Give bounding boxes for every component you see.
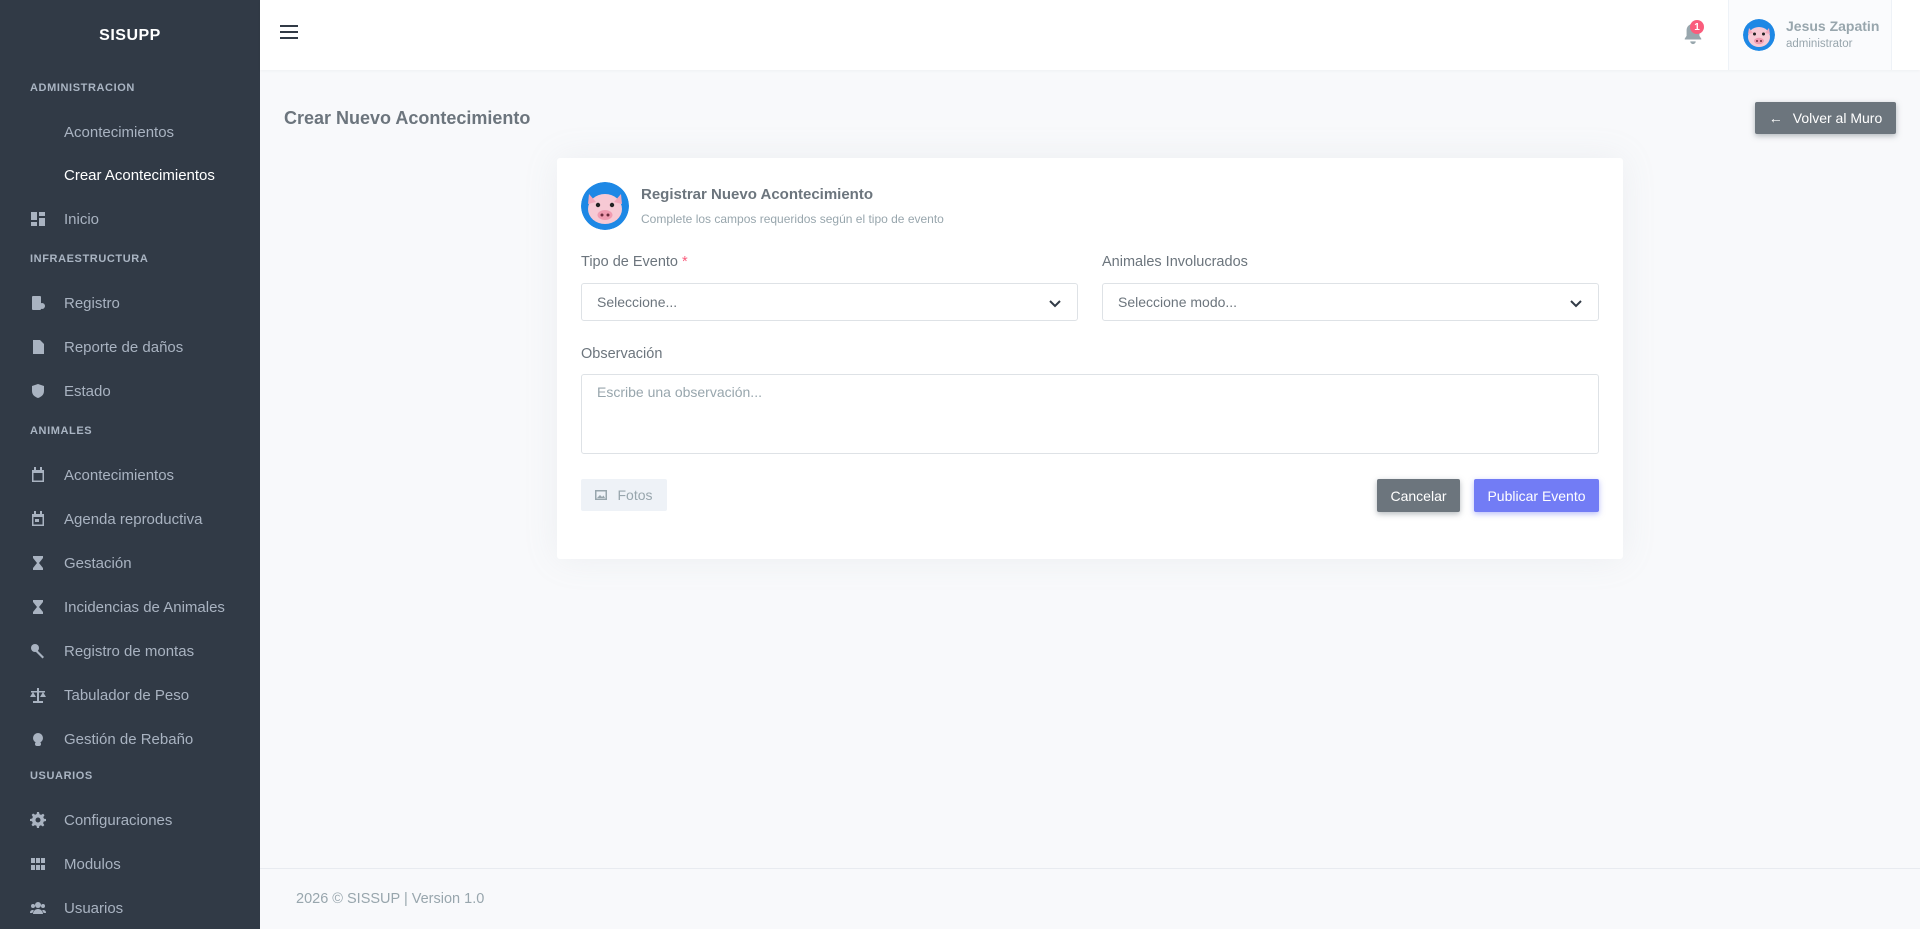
notification-bell[interactable]: 1 <box>1682 20 1706 48</box>
hourglass-icon <box>30 599 64 615</box>
sidebar-item-label: Estado <box>64 382 111 400</box>
calendar-icon <box>30 467 64 483</box>
arrow-left-icon: ← <box>1768 110 1783 126</box>
register-icon <box>30 295 64 311</box>
sidebar-item-label: Gestión de Rebaño <box>64 730 194 748</box>
sidebar-item-acontecimientos-animales[interactable]: Acontecimientos <box>0 453 260 497</box>
sidebar-item-agenda-reproductiva[interactable]: Agenda reproductiva <box>0 497 260 541</box>
publish-event-button[interactable]: Publicar Evento <box>1474 479 1599 512</box>
sidebar-item-crear-acontecimientos[interactable]: Crear Acontecimientos <box>0 154 260 197</box>
hourglass-icon <box>30 555 64 571</box>
event-form-card: Registrar Nuevo Acontecimiento Complete … <box>557 158 1623 559</box>
animals-select[interactable]: Seleccione modo... <box>1102 283 1599 321</box>
page-title: Crear Nuevo Acontecimiento <box>284 108 531 128</box>
chevron-down-icon <box>1570 296 1582 308</box>
user-role: administrator <box>1786 37 1853 50</box>
event-type-select[interactable]: Seleccione... <box>581 283 1078 321</box>
sidebar-item-configuraciones[interactable]: Configuraciones <box>0 798 260 842</box>
sidebar-item-label: Agenda reproductiva <box>64 510 203 528</box>
event-type-label: Tipo de Evento * <box>581 254 688 270</box>
chevron-down-icon <box>1049 296 1061 308</box>
observation-label: Observación <box>581 346 663 362</box>
sidebar-item-label: Tabulador de Peso <box>64 686 190 704</box>
image-icon <box>595 490 608 500</box>
photos-button[interactable]: Fotos <box>581 479 667 511</box>
dashboard-icon <box>30 211 64 227</box>
sidebar-item-reporte-danos[interactable]: Reporte de daños <box>0 325 260 369</box>
animals-label: Animales Involucrados <box>1102 254 1248 270</box>
section-title-usuarios: USUARIOS <box>30 770 93 782</box>
herd-icon <box>30 731 64 747</box>
observation-textarea[interactable] <box>581 374 1599 454</box>
form-subtitle: Complete los campos requeridos según el … <box>641 212 944 226</box>
event-type-value: Seleccione... <box>597 294 678 310</box>
section-title-infraestructura: INFRAESTRUCTURA <box>30 253 149 265</box>
sidebar-item-label: Registro <box>64 294 120 312</box>
calendar-check-icon <box>30 511 64 527</box>
sidebar-item-usuarios[interactable]: Usuarios <box>0 886 260 929</box>
user-name: Jesus Zapatin <box>1786 18 1880 35</box>
section-title-administracion: ADMINISTRACION <box>30 82 135 94</box>
sidebar-item-gestacion[interactable]: Gestación <box>0 541 260 585</box>
footer: 2026 © SISSUP | Version 1.0 <box>260 868 1920 929</box>
users-icon <box>30 900 64 916</box>
scale-icon <box>30 687 64 703</box>
back-to-wall-button[interactable]: ← Volver al Muro <box>1755 102 1896 134</box>
avatar <box>1743 19 1775 51</box>
sidebar-item-label: Registro de montas <box>64 642 195 660</box>
cancel-button[interactable]: Cancelar <box>1377 479 1460 512</box>
gear-icon <box>30 812 64 828</box>
grid-icon <box>30 856 64 872</box>
menu-toggle-icon[interactable] <box>280 25 300 45</box>
sidebar-item-label: Acontecimientos <box>64 466 175 484</box>
footer-text: 2026 © SISSUP | Version 1.0 <box>296 891 485 907</box>
sidebar-item-label: Usuarios <box>64 899 124 917</box>
sidebar-item-registro[interactable]: Registro <box>0 281 260 325</box>
sidebar-item-label: Configuraciones <box>64 811 173 829</box>
event-type-label-text: Tipo de Evento <box>581 254 678 270</box>
back-button-label: Volver al Muro <box>1792 110 1883 126</box>
sidebar-item-inicio[interactable]: Inicio <box>0 197 260 241</box>
sidebar-item-incidencias-animales[interactable]: Incidencias de Animales <box>0 585 260 629</box>
shield-check-icon <box>30 383 64 399</box>
gender-icon <box>30 643 64 659</box>
topbar: 1 Jesus Zapatin administrator <box>260 0 1920 70</box>
sidebar-item-tabulador-peso[interactable]: Tabulador de Peso <box>0 673 260 717</box>
sidebar-item-acontecimientos-admin[interactable]: Acontecimientos <box>0 111 260 154</box>
sidebar-item-modulos[interactable]: Modulos <box>0 842 260 886</box>
user-menu[interactable]: Jesus Zapatin administrator <box>1728 0 1892 70</box>
file-icon <box>30 339 64 355</box>
section-title-animales: ANIMALES <box>30 425 93 437</box>
sidebar-item-estado[interactable]: Estado <box>0 369 260 413</box>
form-title: Registrar Nuevo Acontecimiento <box>641 186 873 203</box>
sidebar: SISUPP ADMINISTRACION Acontecimientos Cr… <box>0 0 260 929</box>
required-marker: * <box>682 254 688 270</box>
sidebar-item-label: Reporte de daños <box>64 338 184 356</box>
photos-button-label: Fotos <box>617 487 653 503</box>
sidebar-item-gestion-rebano[interactable]: Gestión de Rebaño <box>0 717 260 761</box>
sidebar-item-label: Incidencias de Animales <box>64 598 225 616</box>
sidebar-item-label: Gestación <box>64 554 132 572</box>
animals-value: Seleccione modo... <box>1118 294 1238 310</box>
sidebar-item-registro-montas[interactable]: Registro de montas <box>0 629 260 673</box>
pig-avatar <box>581 182 629 230</box>
sidebar-item-label: Inicio <box>64 210 100 228</box>
brand-logo[interactable]: SISUPP <box>0 0 260 72</box>
notification-badge: 1 <box>1690 20 1704 34</box>
sidebar-item-label: Modulos <box>64 855 121 873</box>
